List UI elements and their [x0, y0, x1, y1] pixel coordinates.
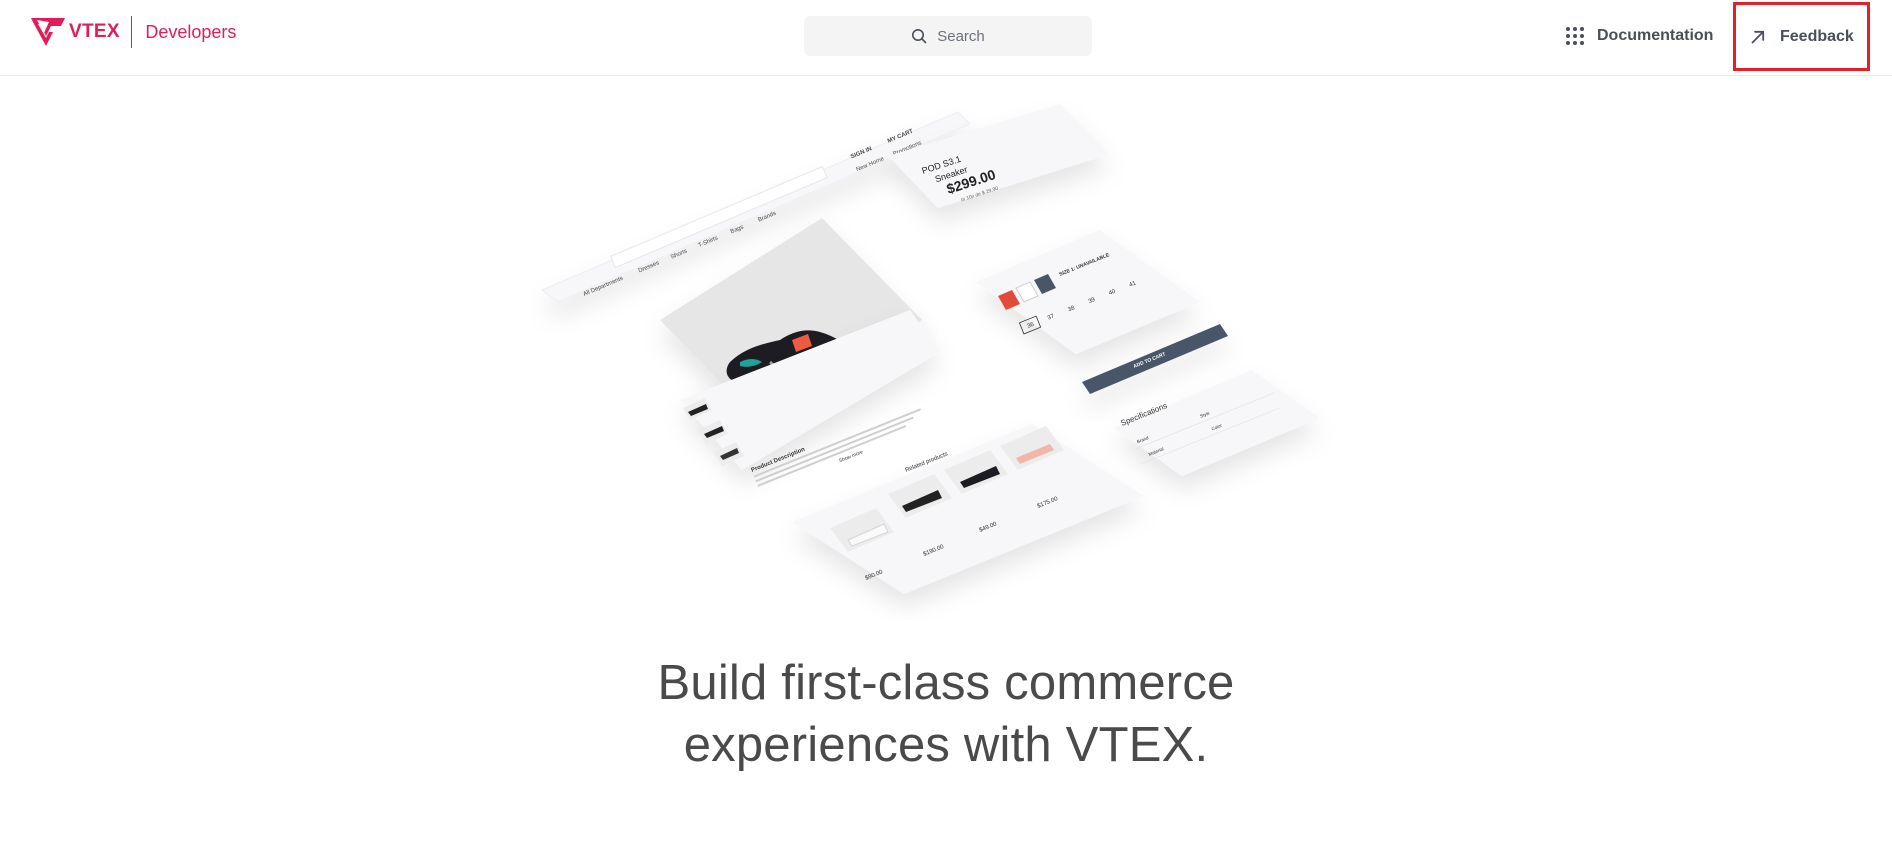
product-name: Developers	[145, 21, 237, 42]
search-input[interactable]: Search	[804, 16, 1092, 56]
feedback-label: Feedback	[1780, 27, 1854, 45]
documentation-menu-button[interactable]: Documentation	[1565, 24, 1713, 48]
hero-headline-line2: experiences with VTEX.	[683, 718, 1209, 772]
arrow-up-right-icon	[1751, 30, 1765, 43]
related-products-shelf	[792, 424, 1144, 594]
brand-name: VTEX	[69, 21, 120, 42]
vtex-developers-logo[interactable]: VTEX Developers	[29, 16, 236, 48]
documentation-label: Documentation	[1597, 27, 1714, 44]
feedback-button[interactable]: Feedback	[1733, 2, 1870, 71]
vtex-logo-icon	[31, 18, 65, 46]
search-placeholder: Search	[937, 27, 985, 45]
logo-divider	[130, 16, 133, 48]
grid-dots-icon	[1566, 27, 1584, 45]
search-icon	[912, 29, 927, 44]
store-components-illustration: All Departments Dresses Shorts T-Shirts …	[541, 104, 1320, 594]
hero-headline: Build first-class commerce experiences w…	[0, 652, 1892, 776]
price-card	[888, 104, 1110, 208]
top-navbar: VTEX Developers Search Documentation Fee…	[0, 0, 1892, 76]
hero-headline-line1: Build first-class commerce	[657, 656, 1235, 710]
specifications-card	[1114, 370, 1320, 476]
